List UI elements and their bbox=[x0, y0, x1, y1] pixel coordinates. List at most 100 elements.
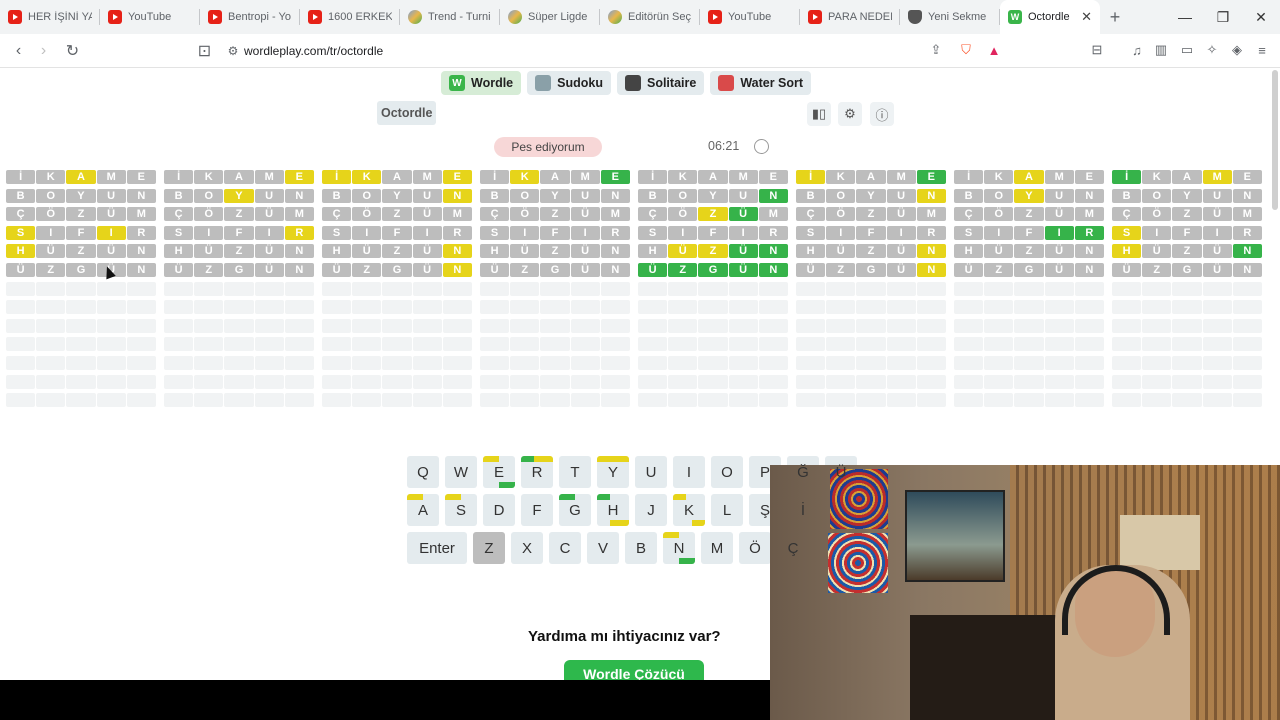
key-ö[interactable]: Ö bbox=[739, 532, 771, 564]
media-icon[interactable]: ♫ bbox=[1127, 40, 1147, 60]
game-menu-wordle[interactable]: W Wordle bbox=[441, 71, 522, 95]
key-h[interactable]: H bbox=[597, 494, 629, 526]
back-icon[interactable]: ‹ bbox=[6, 42, 31, 60]
browser-tab[interactable]: Yeni Sekme bbox=[900, 0, 1000, 34]
key-z[interactable]: Z bbox=[473, 532, 505, 564]
close-window-icon[interactable]: ✕ bbox=[1242, 0, 1280, 34]
letter-tile: Y bbox=[540, 188, 570, 203]
empty-tile bbox=[126, 337, 156, 352]
browser-tab[interactable]: 1600 ERKEKL bbox=[300, 0, 400, 34]
key-q[interactable]: Q bbox=[407, 456, 439, 488]
key-n[interactable]: N bbox=[663, 532, 695, 564]
empty-tile bbox=[442, 281, 472, 296]
key-color-marker bbox=[597, 456, 629, 462]
wordle-icon: W bbox=[449, 75, 465, 91]
settings-icon[interactable]: ⚙ bbox=[838, 102, 862, 126]
share-icon[interactable]: ⇪ bbox=[926, 40, 946, 60]
letter-tile: K bbox=[510, 170, 540, 184]
letter-tile: Y bbox=[1014, 188, 1044, 203]
key-f[interactable]: F bbox=[521, 494, 553, 526]
browser-tab[interactable]: Süper Ligde bbox=[500, 0, 600, 34]
key-j[interactable]: J bbox=[635, 494, 667, 526]
minimize-icon[interactable]: — bbox=[1166, 0, 1204, 34]
browser-tab[interactable]: Trend - Turni bbox=[400, 0, 500, 34]
menu-icon[interactable]: ≡ bbox=[1252, 40, 1272, 60]
empty-tile bbox=[96, 318, 126, 333]
key-k[interactable]: K bbox=[673, 494, 705, 526]
letter-tile: Ç bbox=[638, 207, 668, 222]
key-v[interactable]: V bbox=[587, 532, 619, 564]
vpn-icon[interactable]: ◈ bbox=[1227, 40, 1247, 60]
wallet-icon[interactable]: ▭ bbox=[1177, 40, 1197, 60]
key-a[interactable]: A bbox=[407, 494, 439, 526]
empty-tile bbox=[254, 318, 284, 333]
leo-icon[interactable]: ✧ bbox=[1202, 40, 1222, 60]
key-t[interactable]: T bbox=[559, 456, 591, 488]
stats-icon[interactable]: ▮▯ bbox=[807, 102, 831, 126]
reload-icon[interactable]: ↻ bbox=[60, 41, 85, 61]
key-w[interactable]: W bbox=[445, 456, 477, 488]
letter-tile: N bbox=[442, 263, 472, 277]
letter-tile: B bbox=[480, 188, 510, 203]
url-text: wordleplay.com/tr/octordle bbox=[244, 44, 384, 58]
key-r[interactable]: R bbox=[521, 456, 553, 488]
letter-tile: Z bbox=[540, 207, 570, 222]
key-m[interactable]: M bbox=[701, 532, 733, 564]
letter-tile: N bbox=[126, 263, 156, 277]
letter-tile: N bbox=[600, 263, 630, 277]
site-info-icon[interactable]: ⚙ bbox=[222, 44, 244, 58]
key-x[interactable]: X bbox=[511, 532, 543, 564]
key-d[interactable]: D bbox=[483, 494, 515, 526]
key-c[interactable]: C bbox=[549, 532, 581, 564]
empty-tile bbox=[382, 356, 412, 370]
game-menu-water-sort[interactable]: Water Sort bbox=[710, 71, 812, 95]
key-label: U bbox=[645, 463, 657, 481]
empty-tile bbox=[442, 374, 472, 389]
key-u[interactable]: U bbox=[635, 456, 667, 488]
game-title[interactable]: Octordle bbox=[377, 101, 437, 125]
letter-tile: Ü bbox=[352, 244, 382, 259]
site-icon bbox=[408, 10, 422, 24]
key-i[interactable]: I bbox=[673, 456, 705, 488]
browser-tab[interactable]: PARA NEDEN bbox=[800, 0, 900, 34]
brave-shield-icon[interactable]: ⛉ bbox=[956, 40, 976, 60]
board-row: İKAME bbox=[796, 170, 946, 184]
browser-tab[interactable]: Bentropi - Yo bbox=[200, 0, 300, 34]
key-e[interactable]: E bbox=[483, 456, 515, 488]
board-row: ÇÖZÜM bbox=[954, 207, 1104, 222]
new-tab-icon[interactable]: + bbox=[1100, 7, 1130, 28]
empty-tile bbox=[600, 393, 630, 408]
game-menu-sudoku[interactable]: Sudoku bbox=[527, 71, 611, 95]
key-enter[interactable]: Enter bbox=[407, 532, 467, 564]
board-row bbox=[6, 337, 156, 352]
url-field[interactable]: ⚙ wordleplay.com/tr/octordle bbox=[222, 38, 1010, 64]
key-y[interactable]: Y bbox=[597, 456, 629, 488]
browser-tab[interactable]: YouTube bbox=[700, 0, 800, 34]
game-menu-solitaire[interactable]: Solitaire bbox=[616, 71, 705, 95]
restore-icon[interactable]: ❐ bbox=[1204, 0, 1242, 34]
key-s[interactable]: S bbox=[445, 494, 477, 526]
browser-tab[interactable]: Editörün Seç bbox=[600, 0, 700, 34]
browser-tab[interactable]: HER İŞİNİ YA bbox=[0, 0, 100, 34]
letter-tile: O bbox=[352, 188, 382, 203]
browser-tab[interactable]: YouTube bbox=[100, 0, 200, 34]
empty-tile bbox=[96, 300, 126, 315]
info-icon[interactable]: ⓘ bbox=[870, 102, 894, 126]
letter-tile: I bbox=[254, 225, 284, 240]
page-scrollbar[interactable] bbox=[1272, 70, 1278, 210]
give-up-button[interactable]: Pes ediyorum bbox=[494, 137, 602, 157]
bookmark-icon[interactable]: ⊡ bbox=[192, 41, 217, 61]
sidebar-icon[interactable]: ▥ bbox=[1151, 40, 1171, 60]
letter-tile: K bbox=[826, 170, 856, 184]
close-tab-icon[interactable]: ✕ bbox=[1081, 9, 1092, 25]
empty-tile bbox=[600, 374, 630, 389]
brave-rewards-icon[interactable]: ▲ bbox=[984, 40, 1004, 60]
forward-icon[interactable]: › bbox=[31, 42, 56, 60]
key-b[interactable]: B bbox=[625, 532, 657, 564]
screenshot-icon[interactable]: ⊟ bbox=[1087, 40, 1107, 60]
browser-tab[interactable]: W Octordle ✕ bbox=[1000, 0, 1100, 34]
key-l[interactable]: L bbox=[711, 494, 743, 526]
letter-tile: F bbox=[540, 225, 570, 240]
key-g[interactable]: G bbox=[559, 494, 591, 526]
key-o[interactable]: O bbox=[711, 456, 743, 488]
